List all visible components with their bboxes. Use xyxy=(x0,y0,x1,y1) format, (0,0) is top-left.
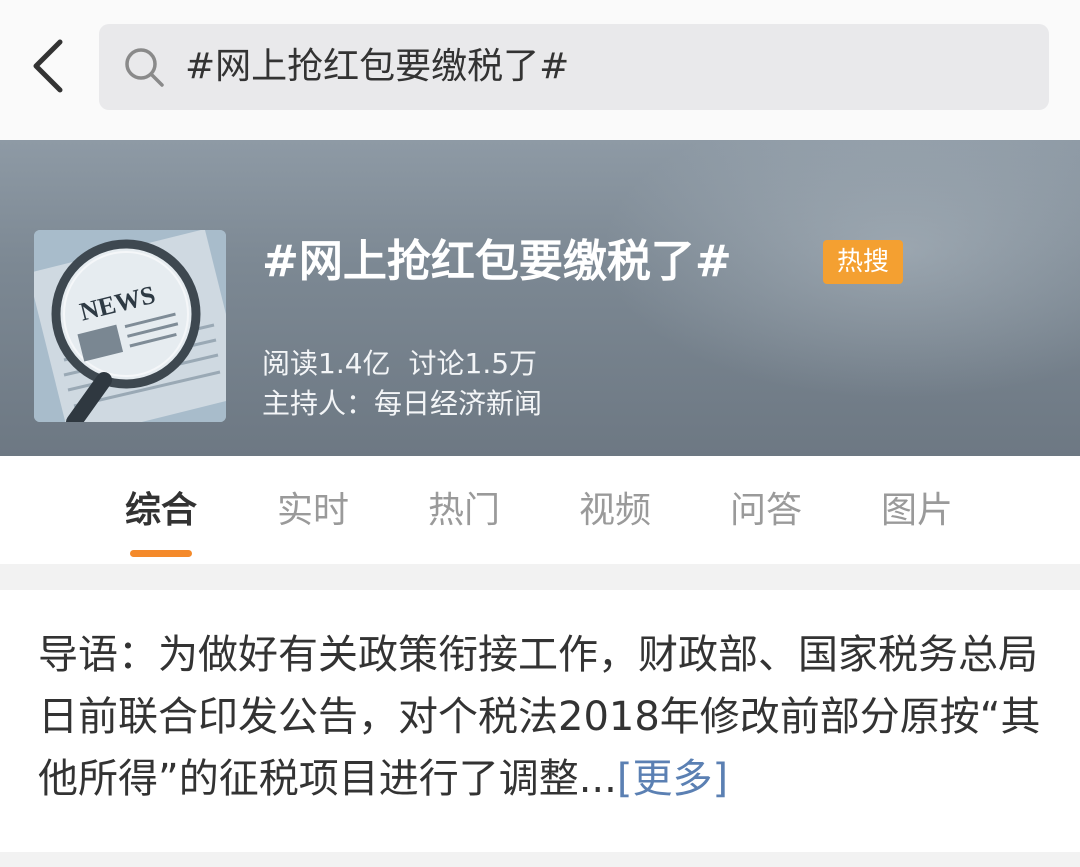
back-button[interactable] xyxy=(24,34,74,98)
read-count: 阅读1.4亿 xyxy=(262,347,391,380)
more-link[interactable]: [更多] xyxy=(617,756,728,802)
tab-video[interactable]: 视频 xyxy=(555,486,675,536)
tab-bar: 综合 实时 热门 视频 问答 图片 xyxy=(0,456,1080,564)
section-divider xyxy=(0,564,1080,590)
search-query[interactable]: #网上抢红包要缴税了# xyxy=(185,24,569,110)
tab-hot[interactable]: 热门 xyxy=(404,486,524,536)
intro-paragraph: 导语：为做好有关政策衔接工作，财政部、国家税务总局日前联合印发公告，对个税法20… xyxy=(38,624,1048,810)
topic-title: #网上抢红包要缴税了# xyxy=(262,236,732,287)
host-name[interactable]: 每日经济新闻 xyxy=(374,387,542,420)
tab-comprehensive[interactable]: 综合 xyxy=(101,486,221,536)
host-label: 主持人： xyxy=(262,387,375,420)
search-input[interactable]: #网上抢红包要缴税了# xyxy=(99,24,1049,110)
intro-card: 导语：为做好有关政策衔接工作，财政部、国家税务总局日前联合印发公告，对个税法20… xyxy=(0,590,1080,852)
tab-realtime[interactable]: 实时 xyxy=(253,486,373,536)
topic-cover-image: NEWS xyxy=(34,230,226,422)
search-header: #网上抢红包要缴税了# xyxy=(0,0,1080,140)
search-icon xyxy=(125,48,164,87)
topic-banner: NEWS #网上抢红包要缴税了# 热搜 阅读1.4亿 讨论1.5万 主持人：每日经… xyxy=(0,140,1080,456)
topic-host: 主持人：每日经济新闻 xyxy=(262,384,542,424)
chevron-left-icon xyxy=(33,39,63,93)
tab-qa[interactable]: 问答 xyxy=(706,486,826,536)
topic-stats: 阅读1.4亿 讨论1.5万 xyxy=(262,344,537,384)
hot-search-badge: 热搜 xyxy=(823,240,903,284)
bottom-divider xyxy=(0,852,1080,867)
tab-images[interactable]: 图片 xyxy=(857,486,977,536)
intro-text: 导语：为做好有关政策衔接工作，财政部、国家税务总局日前联合印发公告，对个税法20… xyxy=(38,632,1041,802)
active-tab-indicator xyxy=(130,550,192,557)
topic-page: #网上抢红包要缴税了# NEWS #网上抢红包要缴税了# 热搜 阅读1.4亿 讨… xyxy=(0,0,1080,867)
discussion-count: 讨论1.5万 xyxy=(408,347,538,380)
